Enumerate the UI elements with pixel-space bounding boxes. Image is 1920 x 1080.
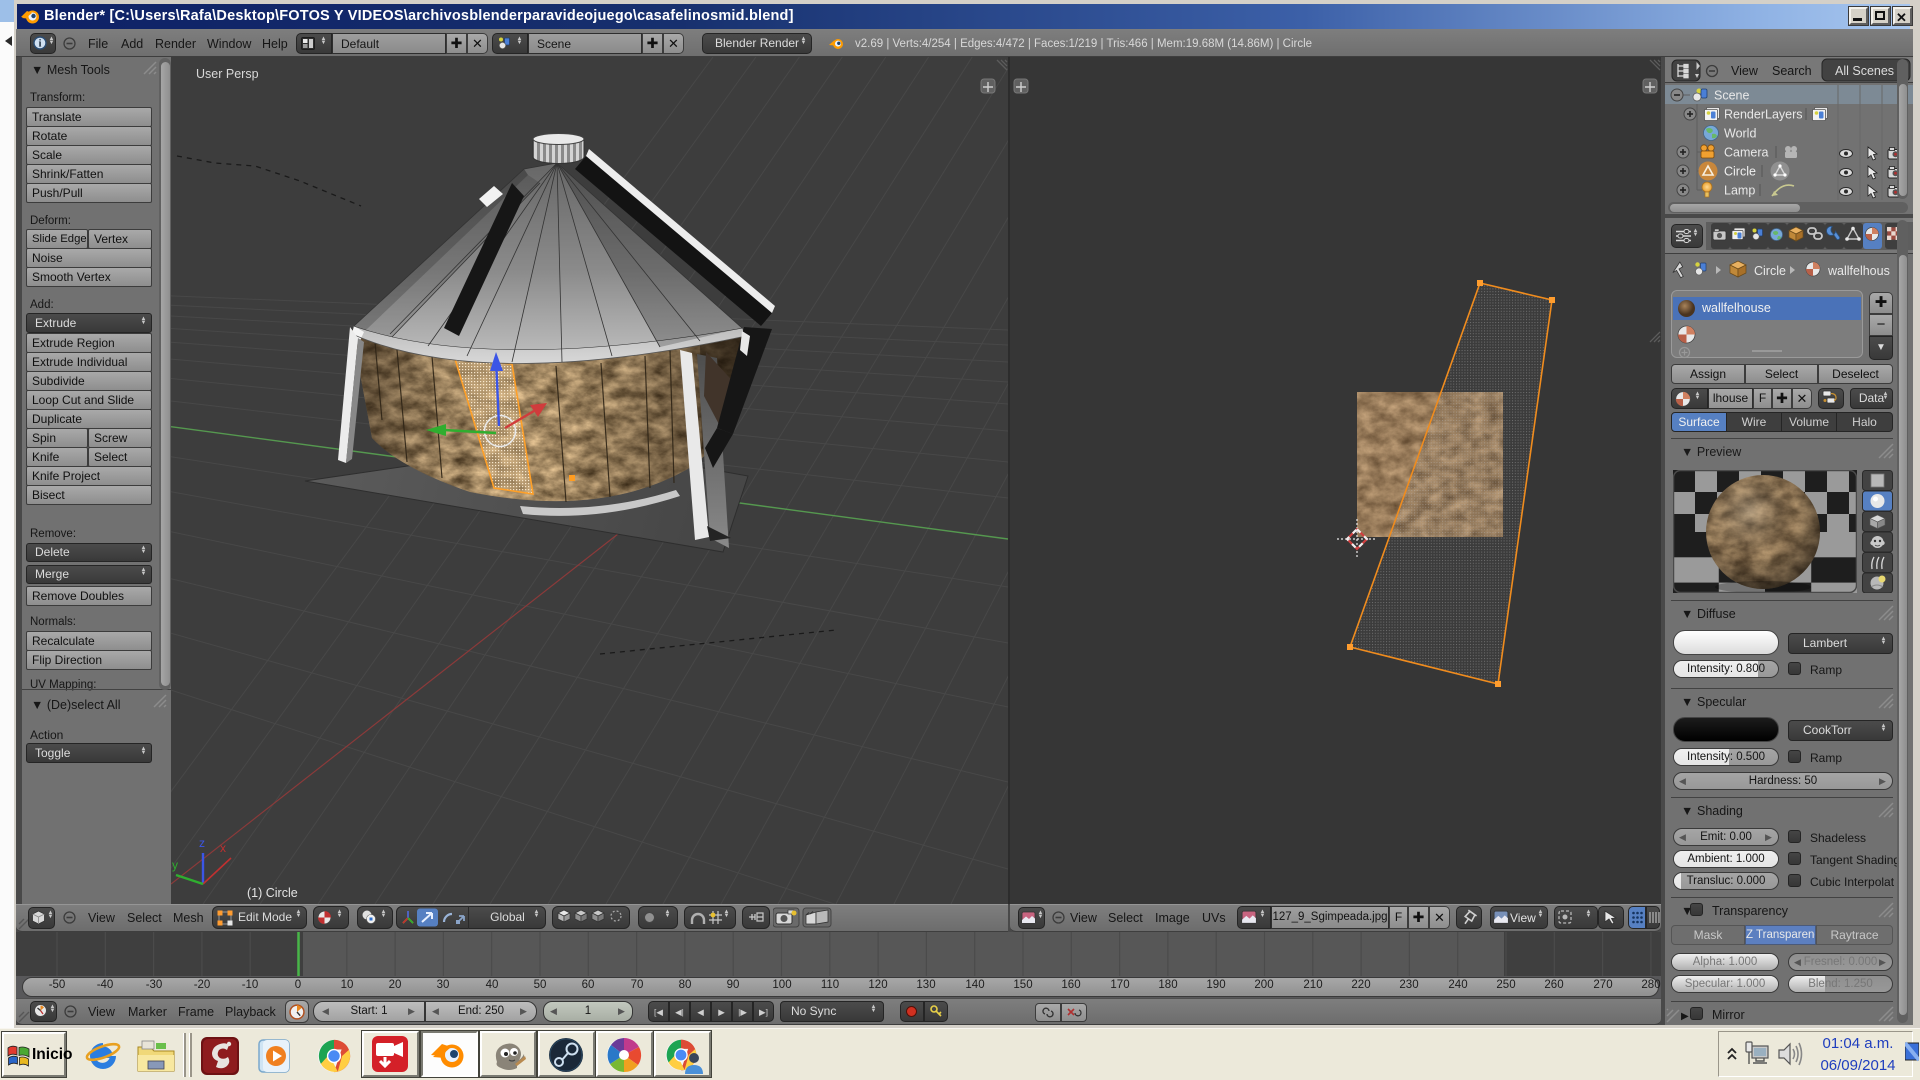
svg-text:(1) Circle: (1) Circle xyxy=(247,886,298,900)
svg-text:x: x xyxy=(220,841,226,855)
svg-text:User Persp: User Persp xyxy=(196,67,259,81)
svg-text:i: i xyxy=(39,39,42,50)
svg-text:z: z xyxy=(199,836,205,850)
svg-text:World: World xyxy=(1724,127,1756,141)
svg-text:Camera: Camera xyxy=(1724,146,1769,160)
svg-text:y: y xyxy=(172,858,178,872)
svg-text:Search: Search xyxy=(1772,64,1812,78)
svg-text:Circle: Circle xyxy=(1754,264,1786,278)
svg-text:View: View xyxy=(1731,64,1759,78)
svg-text:Lamp: Lamp xyxy=(1724,184,1755,198)
svg-text:RenderLayers: RenderLayers xyxy=(1724,108,1803,122)
svg-text:Circle: Circle xyxy=(1724,165,1756,179)
svg-text:wallfelhous: wallfelhous xyxy=(1827,264,1890,278)
svg-text:All Scenes: All Scenes xyxy=(1835,64,1894,78)
svg-text:Scene: Scene xyxy=(1714,89,1749,103)
